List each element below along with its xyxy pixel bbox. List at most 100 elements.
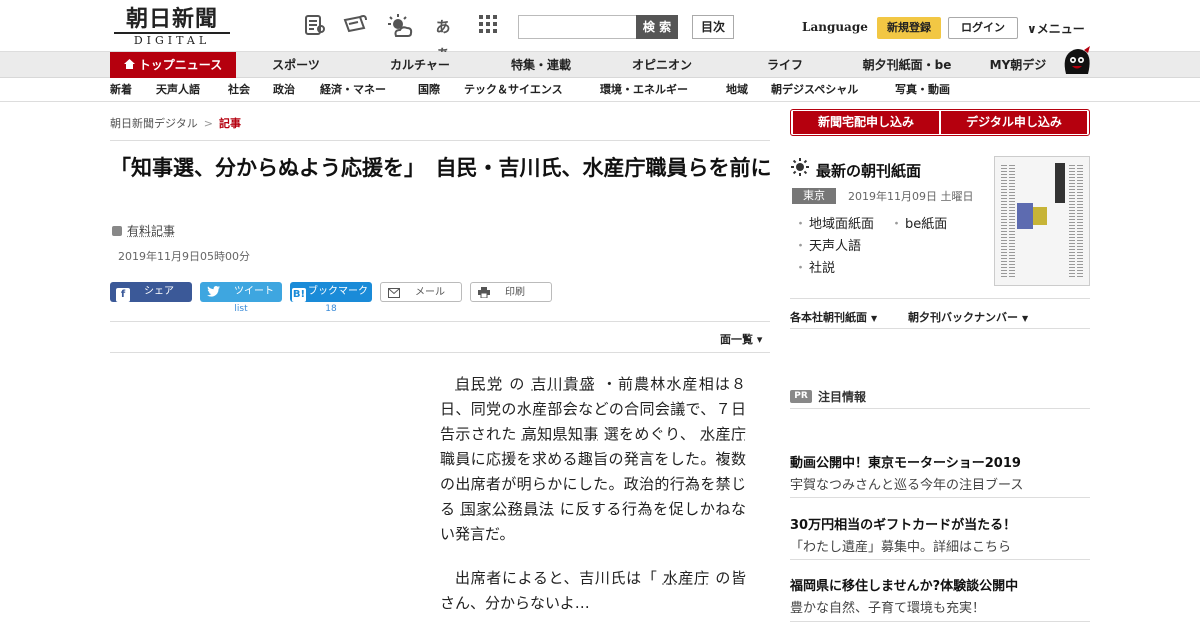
nav-features[interactable]: 特集・連載 [500,52,582,78]
nav2-region[interactable]: 地域 [726,78,748,102]
pr-heading: 注目情報 [818,388,866,405]
twitter-share-button[interactable]: ツイート [200,282,282,302]
article-date: 2019年11月9日05時00分 [118,248,250,264]
nav-newspaper[interactable]: 朝夕刊紙面・be [854,52,960,78]
nav2-special[interactable]: 朝デジスペシャル [771,78,858,102]
keyword-link[interactable]: 高知県知事 [522,425,599,443]
search-input[interactable] [518,15,638,39]
keyword-link[interactable]: 吉川貴盛 [531,375,596,393]
mail-label: メール [415,287,445,298]
printer-icon [477,287,491,301]
pr-item-title[interactable]: 動画公開中！東京モーターショー2019 [790,452,1021,471]
regional-morning-editions-link[interactable]: 各本社朝刊紙面 ▼ [790,309,877,325]
breadcrumb-current: 記事 [219,117,241,130]
nav-culture[interactable]: カルチャー [378,52,462,78]
pr-item-title[interactable]: 30万円相当のギフトカードが当たる！ [790,514,1016,533]
page-list-dropdown[interactable]: 面一覧 ▾ [720,331,762,347]
search-button[interactable]: 検 索 [636,15,678,39]
hatena-count[interactable]: 18 [290,304,372,314]
newspaper-thumbnail[interactable] [994,156,1090,286]
newspaper-delivery-button[interactable]: 新聞宅配申し込み [793,111,939,134]
divider [110,140,770,141]
register-button[interactable]: 新規登録 [877,17,941,39]
divider [790,497,1090,498]
latest-paper-heading[interactable]: 最新の朝刊紙面 [790,158,921,181]
mascot-icon[interactable] [1060,44,1092,78]
nav2-international[interactable]: 国際 [418,78,440,102]
nav-my-asadigi[interactable]: MY朝デジ [980,52,1056,78]
twitter-share-label: ツイート [234,286,274,297]
text: 出席者によると、吉川氏は「 [455,569,663,587]
sun-icon [790,158,810,180]
list-icon[interactable] [302,14,328,40]
nav2-tenseijingo[interactable]: 天声人語 [156,78,200,102]
menu-button[interactable]: ∨メニュー [1027,20,1085,37]
nav-top-news[interactable]: トップニュース [110,52,236,78]
nav-opinion[interactable]: オピニオン [622,52,702,78]
megaphone-icon[interactable] [342,14,368,40]
nav2-economy[interactable]: 経済・マネー [320,78,386,102]
keyword-link[interactable]: 自民党 [455,375,503,393]
article-paragraph: 出席者によると、吉川氏は「 水産庁 の皆さん、分からないよ… [440,566,746,616]
mail-icon [387,288,401,302]
print-button[interactable]: 印刷 [470,282,552,302]
asahi-logo[interactable]: 朝日新聞 DIGITAL [114,7,230,47]
divider [790,298,1090,299]
pr-item-subtitle[interactable]: 「わたし遺産」募集中。詳細はこちら [790,536,1011,555]
hatena-label: ブックマーク [308,286,368,297]
breadcrumb: 朝日新聞デジタル > 記事 [110,115,241,131]
pr-item-subtitle[interactable]: 豊かな自然、子育て環境も充実！ [790,597,985,616]
hatena-icon: B! [292,288,306,302]
nav-sports[interactable]: スポーツ [258,52,334,78]
nav2-society[interactable]: 社会 [228,78,250,102]
breadcrumb-separator: > [204,117,213,130]
twitter-icon [206,286,220,300]
home-icon [124,52,135,78]
lock-icon [112,226,122,236]
triangle-down-icon: ▼ [1022,314,1028,323]
nav2-environment[interactable]: 環境・エネルギー [600,78,688,102]
hatena-bookmark-button[interactable]: B! ブックマーク [290,282,372,302]
mail-share-button[interactable]: メール [380,282,462,302]
facebook-share-button[interactable]: f シェア [110,282,192,302]
breadcrumb-home[interactable]: 朝日新聞デジタル [110,117,198,130]
nav-life[interactable]: ライフ [752,52,818,78]
tenseijingo-link[interactable]: 天声人語 [794,235,861,254]
language-link[interactable]: Language [802,20,868,34]
twitter-count[interactable]: list [200,304,282,314]
keyword-link[interactable]: 水産庁 [663,569,710,587]
pr-item-subtitle[interactable]: 宇賀なつみさんと巡る今年の注目ブース [790,474,1023,493]
table-of-contents-button[interactable]: 目次 [692,15,734,39]
facebook-share-label: シェア [144,286,174,297]
nav2-new[interactable]: 新着 [110,78,132,102]
pr-badge: PR [790,390,812,403]
region-badge[interactable]: 東京 [792,188,836,204]
editorial-link[interactable]: 社説 [794,257,835,276]
nav2-tech-science[interactable]: テック＆サイエンス [464,78,563,102]
article-body: 自民党 の 吉川貴盛 ・前農林水産相は８日、同党の水産部会などの合同会議で、７日… [440,372,746,630]
weather-icon[interactable] [386,14,412,40]
be-page-link[interactable]: be紙面 [890,213,947,232]
divider [790,621,1090,622]
digital-subscription-button[interactable]: デジタル申し込み [941,111,1087,134]
divider [790,328,1090,329]
font-size-icon[interactable]: あぁ [430,14,456,40]
primary-nav: トップニュース スポーツ カルチャー 特集・連載 オピニオン ライフ 朝夕刊紙面… [0,52,1200,78]
pr-item-title[interactable]: 福岡県に移住しませんか?体験談公開中 [790,575,1018,594]
login-button[interactable]: ログイン [948,17,1018,39]
triangle-down-icon: ▼ [871,314,877,323]
keyword-link[interactable]: 水産庁 [700,425,746,443]
grid-icon[interactable] [475,14,501,40]
logo-english: DIGITAL [114,32,230,47]
paid-article-badge[interactable]: 有料記事 [112,222,175,239]
regional-page-link[interactable]: 地域面紙面 [794,213,874,232]
keyword-link[interactable]: 国家公務員法 [461,500,554,518]
link-label: 朝夕刊バックナンバー [908,311,1018,324]
secondary-nav: 新着 天声人語 社会 政治 経済・マネー 国際 テック＆サイエンス 環境・エネル… [0,78,1200,102]
nav2-photo-video[interactable]: 写真・動画 [895,78,950,102]
nav-label: トップニュース [139,58,222,72]
divider [790,408,1090,409]
facebook-icon: f [116,288,130,302]
back-numbers-link[interactable]: 朝夕刊バックナンバー ▼ [908,309,1028,325]
nav2-politics[interactable]: 政治 [273,78,295,102]
